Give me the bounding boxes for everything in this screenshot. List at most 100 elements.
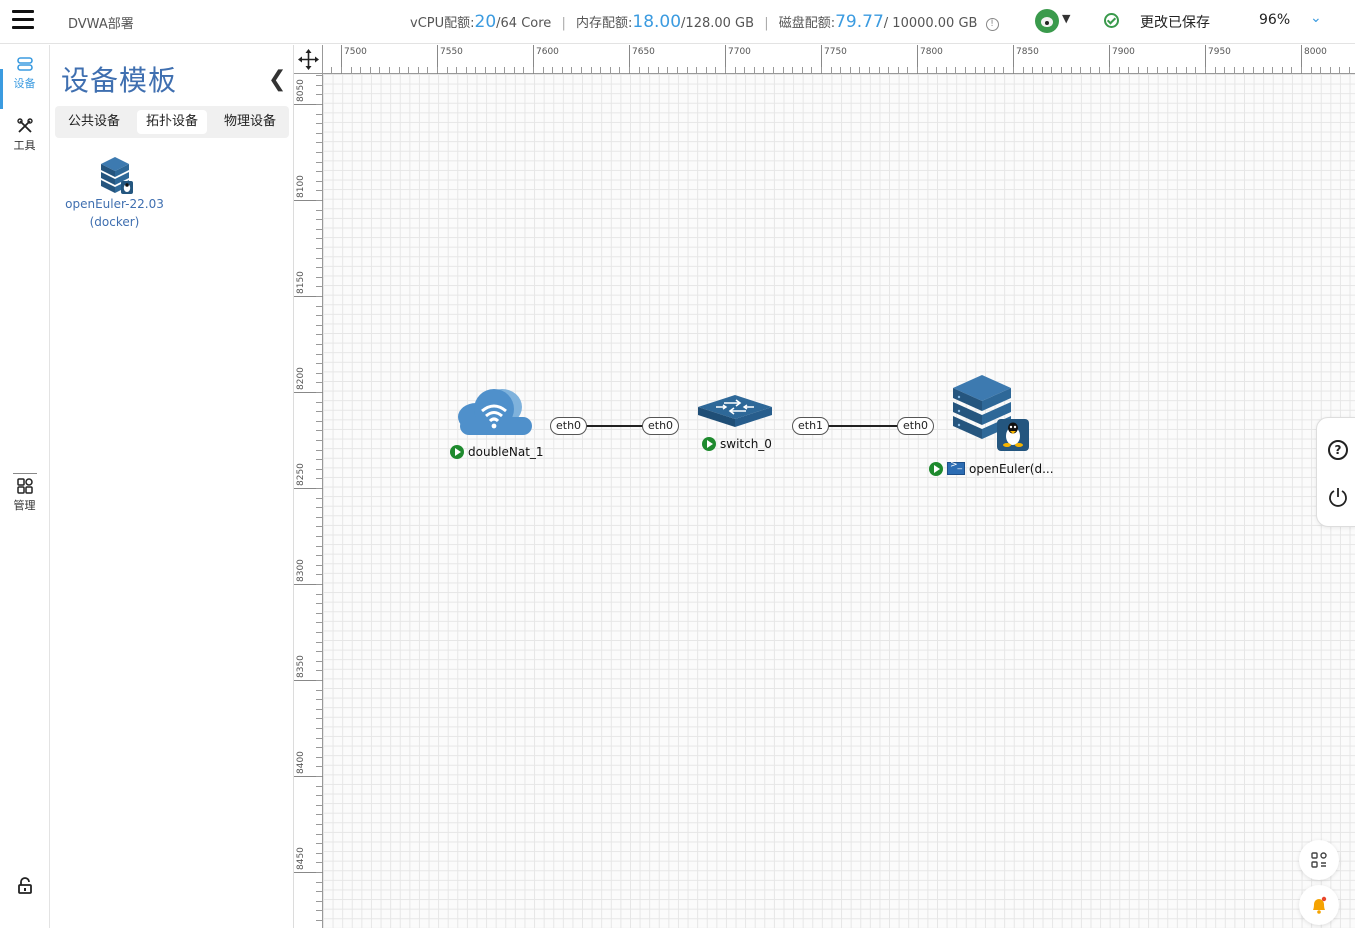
ruler-minor-tick (316, 766, 322, 767)
tab-topology-devices[interactable]: 拓扑设备 (137, 110, 208, 134)
power-icon[interactable] (1327, 486, 1349, 508)
ruler-minor-tick (316, 728, 322, 729)
ruler-label: 7600 (536, 47, 559, 57)
ruler-label: 8450 (296, 847, 306, 870)
ruler-minor-tick (1003, 67, 1004, 73)
ruler-minor-tick (316, 200, 322, 201)
chevron-down-icon[interactable]: ▼ (1062, 12, 1070, 25)
ruler-minor-tick (316, 824, 322, 825)
ruler-minor-tick (389, 67, 390, 73)
ruler-minor-tick (1051, 67, 1052, 73)
ruler-minor-tick (316, 440, 322, 441)
ruler-label: 8400 (296, 751, 306, 774)
rail-item-device[interactable]: 设备 (0, 55, 49, 109)
topology-canvas[interactable]: 7500 7550 7600 7650 7700 7750 7800 7850 7900 7950… (294, 45, 1355, 928)
rail-item-manage[interactable]: 管理 (0, 477, 49, 527)
ruler-minor-tick (316, 306, 322, 307)
ruler-minor-tick (316, 574, 322, 575)
ruler-minor-tick (792, 67, 793, 73)
ruler-minor-tick (316, 699, 322, 700)
ruler-minor-tick (316, 517, 322, 518)
port-label[interactable]: eth1 (792, 417, 830, 435)
ruler-minor-tick (316, 555, 322, 556)
ruler-minor-tick (316, 843, 322, 844)
port-label[interactable]: eth0 (642, 417, 680, 435)
ruler-minor-tick (821, 67, 822, 73)
node-openeuler[interactable] (949, 373, 1031, 453)
ruler-minor-tick (437, 67, 438, 73)
link-switch-openeuler[interactable] (827, 425, 897, 427)
node-switch[interactable] (696, 393, 774, 429)
ruler-minor-tick (316, 373, 322, 374)
info-icon[interactable]: ! (985, 18, 999, 31)
rail-item-label: 管理 (13, 499, 36, 512)
notification-button[interactable] (1299, 885, 1339, 925)
ruler-minor-tick (744, 67, 745, 73)
disk-used: 79.77 (835, 12, 884, 32)
menu-icon[interactable] (12, 10, 34, 32)
ruler-minor-tick (715, 67, 716, 73)
ruler-minor-tick (1253, 67, 1254, 73)
collapse-chevron-left-icon[interactable]: ❮ (268, 69, 286, 91)
avatar[interactable] (1035, 9, 1059, 33)
ruler-minor-tick (888, 67, 889, 73)
apps-button[interactable] (1299, 840, 1339, 880)
zoom-chevron-down-icon[interactable]: ⌄ (1310, 10, 1322, 26)
link-doublenat-switch[interactable] (584, 425, 644, 427)
port-label[interactable]: eth0 (550, 417, 588, 435)
ruler-minor-tick (316, 469, 322, 470)
ruler-label: 7650 (632, 47, 655, 57)
node-label: doubleNat_1 (450, 445, 544, 459)
move-icon[interactable] (294, 45, 323, 74)
play-icon[interactable] (702, 437, 716, 451)
ruler-minor-tick (316, 661, 322, 662)
ruler-minor-tick (341, 67, 342, 73)
ruler-minor-tick (316, 75, 322, 76)
ruler-minor-tick (316, 901, 322, 902)
port-label[interactable]: eth0 (897, 417, 935, 435)
rail-item-tools[interactable]: 工具 (0, 117, 49, 167)
ruler-minor-tick (1339, 67, 1340, 73)
play-icon[interactable] (929, 462, 943, 476)
tab-physical-devices[interactable]: 物理设备 (215, 110, 285, 134)
ruler-label: 7900 (1112, 47, 1135, 57)
ruler-minor-tick (399, 67, 400, 73)
device-icon (16, 57, 33, 71)
ruler-minor-tick (316, 382, 322, 383)
ruler-minor-tick (316, 267, 322, 268)
ruler-minor-tick (658, 67, 659, 73)
play-icon[interactable] (450, 445, 464, 459)
console-icon[interactable] (947, 460, 965, 475)
ruler-minor-tick (879, 67, 880, 73)
server-linux-icon (100, 157, 133, 194)
help-icon[interactable]: ? (1328, 440, 1348, 460)
ruler-label: 8350 (296, 655, 306, 678)
ruler-minor-tick (1272, 67, 1273, 73)
lock-icon[interactable] (16, 877, 34, 895)
ruler-minor-tick (1099, 67, 1100, 73)
ruler-minor-tick (1128, 67, 1129, 73)
tab-public-devices[interactable]: 公共设备 (59, 110, 129, 134)
node-doublenat[interactable] (454, 385, 534, 437)
vcpu-quota: vCPU配额:20/64 Core | 内存配额:18.00/128.00 GB… (410, 12, 999, 32)
ruler-label: 8300 (296, 559, 306, 582)
ruler-minor-tick (316, 747, 322, 748)
ruler-minor-tick (533, 67, 534, 73)
cloud-nat-icon (458, 389, 532, 435)
ruler-minor-tick (466, 67, 467, 73)
zoom-level[interactable]: 96% (1259, 12, 1290, 28)
ruler-minor-tick (581, 67, 582, 73)
ruler-minor-tick (316, 872, 322, 873)
ruler-minor-tick (1138, 67, 1139, 73)
device-template-item[interactable]: openEuler-22.03 (docker) (62, 155, 167, 231)
server-linux-icon (953, 375, 1029, 451)
rail-divider (13, 473, 37, 474)
ruler-minor-tick (1243, 67, 1244, 73)
ruler-minor-tick (965, 67, 966, 73)
ruler-minor-tick (316, 642, 322, 643)
ruler-minor-tick (1311, 67, 1312, 73)
ruler-minor-tick (316, 757, 322, 758)
ruler-minor-tick (1205, 67, 1206, 73)
ruler-minor-tick (917, 67, 918, 73)
node-name: openEuler(d... (969, 462, 1054, 476)
